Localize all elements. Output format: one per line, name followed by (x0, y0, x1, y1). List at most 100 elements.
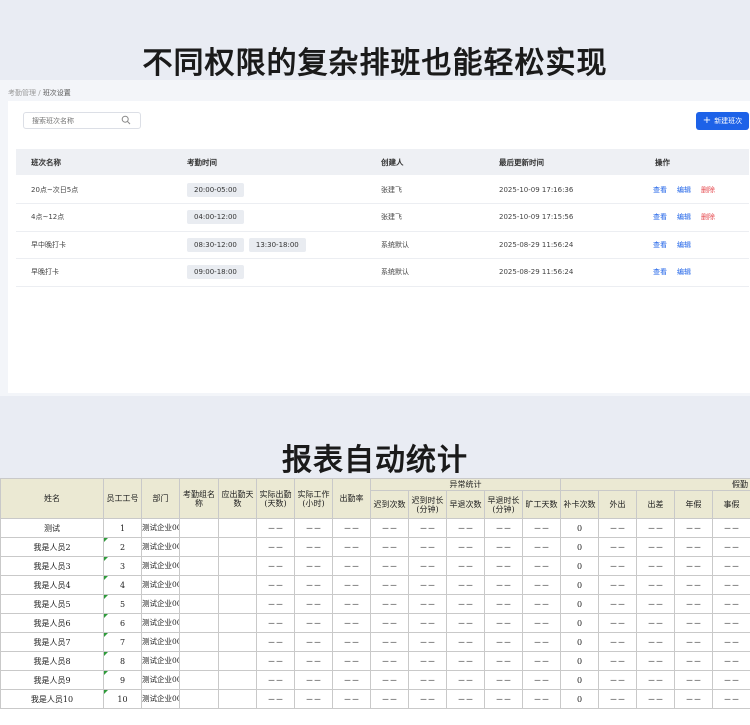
cell-actual-days: －－ (256, 556, 295, 576)
cell-name: 测试 (0, 518, 104, 538)
cell-employee-id: 6 (103, 613, 142, 633)
cell-expected-days (218, 689, 257, 709)
cell-absent-days: －－ (521, 556, 562, 576)
shift-row: 早中晚打卡 08:30-12:00 13:30-18:00 系统默认 2025-08-2… (16, 231, 749, 259)
edit-link[interactable]: 编辑 (677, 240, 691, 250)
cell-late-count: －－ (370, 670, 409, 690)
cell-expected-days (218, 556, 257, 576)
cell-attendance-group (179, 518, 219, 538)
cell-attendance-rate: －－ (332, 632, 371, 652)
report-table: 姓名 员工工号 部门 考勤组名称 应出勤天数 实际出勤(天数) 实际工作(小时) 出勤率 异常统… (0, 478, 750, 709)
header-attendance-group: 考勤组名称 (179, 478, 219, 519)
cell-early-count: －－ (446, 594, 485, 614)
cell-attendance-group (179, 670, 219, 690)
cell-early-count: －－ (446, 556, 485, 576)
col-updated: 最后更新时间 (499, 157, 544, 167)
cell-annual-leave: －－ (674, 518, 714, 538)
plus-icon: + (702, 115, 712, 126)
cell-employee-id: 4 (103, 575, 142, 595)
cell-makeup-count: 0 (560, 518, 600, 538)
cell-employee-id: 5 (103, 594, 142, 614)
cell-attendance-rate: －－ (332, 556, 371, 576)
table-row: 我是人员55测试企业003－－－－－－－－－－－－－－－－0－－－－－－－－ (0, 594, 750, 614)
cell-employee-id: 7 (103, 632, 142, 652)
cell-actual-days: －－ (256, 518, 295, 538)
cell-late-minutes: －－ (408, 537, 447, 557)
header-business-trip: 出差 (636, 490, 676, 519)
header-name: 姓名 (0, 478, 104, 519)
cell-early-count: －－ (446, 670, 485, 690)
cell-employee-id: 2 (103, 537, 142, 557)
view-link[interactable]: 查看 (653, 185, 667, 195)
cell-annual-leave: －－ (674, 670, 714, 690)
edit-link[interactable]: 编辑 (677, 267, 691, 277)
cell-expected-days (218, 651, 257, 671)
cell-actual-days: －－ (256, 613, 295, 633)
header-early-minutes: 早退时长(分钟) (484, 490, 523, 519)
cell-name: 我是人员8 (0, 651, 104, 671)
edit-link[interactable]: 编辑 (677, 212, 691, 222)
shift-updated: 2025-08-29 11:56:24 (499, 240, 574, 249)
comment-marker-icon (104, 633, 108, 637)
cell-actual-days: －－ (256, 594, 295, 614)
cell-business-trip: －－ (636, 632, 676, 652)
cell-actual-days: －－ (256, 670, 295, 690)
cell-late-minutes: －－ (408, 613, 447, 633)
header-employee-id: 员工工号 (103, 478, 142, 519)
header-outing: 外出 (598, 490, 638, 519)
cell-personal-leave: －－ (712, 632, 750, 652)
cell-actual-days: －－ (256, 651, 295, 671)
cell-early-count: －－ (446, 689, 485, 709)
comment-marker-icon (104, 538, 108, 542)
cell-expected-days (218, 594, 257, 614)
cell-absent-days: －－ (521, 632, 562, 652)
cell-personal-leave: －－ (712, 594, 750, 614)
cell-attendance-group (179, 651, 219, 671)
cell-early-minutes: －－ (484, 594, 523, 614)
shift-creator: 系统默认 (381, 268, 409, 276)
cell-outing: －－ (598, 689, 638, 709)
shift-row: 早晚打卡 09:00-18:00 系统默认 2025-08-29 11:56:24 查看… (16, 259, 749, 287)
view-link[interactable]: 查看 (653, 240, 667, 250)
header-department: 部门 (141, 478, 180, 519)
cell-absent-days: －－ (521, 651, 562, 671)
cell-actual-hours: －－ (294, 689, 333, 709)
cell-business-trip: －－ (636, 556, 676, 576)
col-creator: 创建人 (381, 157, 404, 167)
cell-attendance-group (179, 575, 219, 595)
delete-link[interactable]: 删除 (701, 185, 715, 195)
table-row: 我是人员1010测试企业003－－－－－－－－－－－－－－－－0－－－－－－－－ (0, 689, 750, 709)
cell-makeup-count: 0 (560, 537, 600, 557)
cell-attendance-group (179, 632, 219, 652)
shift-times: 09:00-18:00 (187, 259, 249, 286)
cell-personal-leave: －－ (712, 651, 750, 671)
cell-business-trip: －－ (636, 613, 676, 633)
cell-business-trip: －－ (636, 670, 676, 690)
shift-name: 早中晚打卡 (31, 240, 66, 249)
view-link[interactable]: 查看 (653, 212, 667, 222)
shift-name: 20点~次日5点 (31, 185, 79, 194)
cell-annual-leave: －－ (674, 575, 714, 595)
delete-link[interactable]: 删除 (701, 212, 715, 222)
cell-actual-hours: －－ (294, 651, 333, 671)
table-row: 我是人员33测试企业003－－－－－－－－－－－－－－－－0－－－－－－－－ (0, 556, 750, 576)
shift-times: 08:30-12:00 13:30-18:00 (187, 231, 311, 258)
cell-early-count: －－ (446, 651, 485, 671)
cell-annual-leave: －－ (674, 537, 714, 557)
search-icon[interactable] (121, 115, 131, 125)
comment-marker-icon (104, 576, 108, 580)
header-late-count: 迟到次数 (370, 490, 409, 519)
breadcrumb-parent[interactable]: 考勤管理 / (8, 89, 43, 97)
cell-employee-id: 9 (103, 670, 142, 690)
edit-link[interactable]: 编辑 (677, 185, 691, 195)
cell-personal-leave: －－ (712, 537, 750, 557)
cell-makeup-count: 0 (560, 651, 600, 671)
header-annual-leave: 年假 (674, 490, 714, 519)
view-link[interactable]: 查看 (653, 267, 667, 277)
cell-actual-days: －－ (256, 537, 295, 557)
cell-attendance-group (179, 613, 219, 633)
new-shift-button[interactable]: + 新建班次 (696, 112, 749, 130)
time-range-tag: 13:30-18:00 (248, 237, 306, 252)
shift-actions: 查看 编辑 删除 (653, 176, 725, 203)
cell-department: 测试企业003 (141, 632, 180, 652)
